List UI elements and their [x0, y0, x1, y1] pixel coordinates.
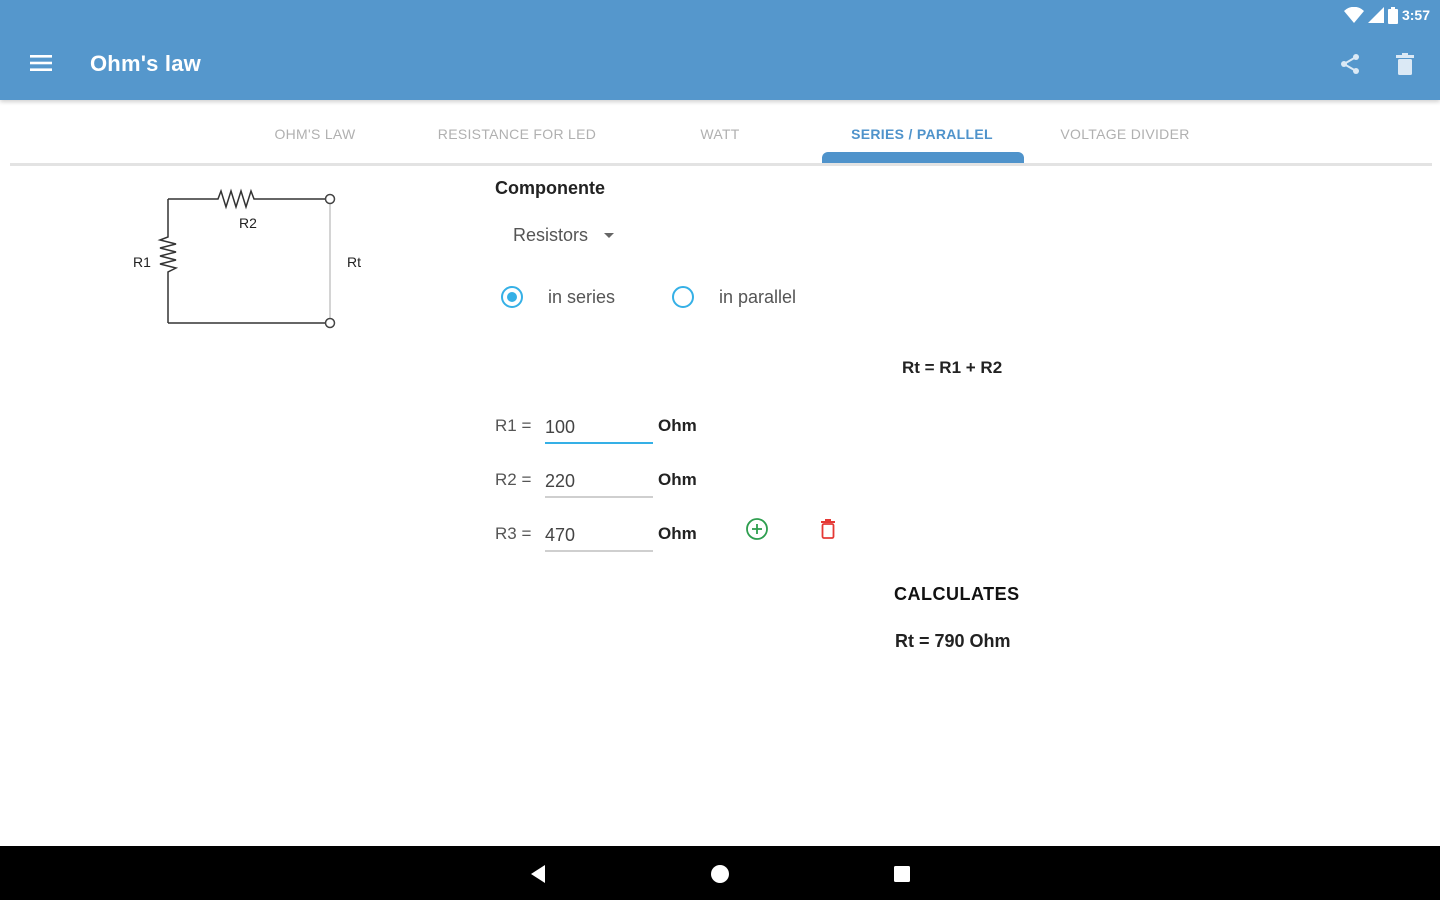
- radio-in-parallel-label: in parallel: [719, 286, 797, 307]
- r2-input[interactable]: [545, 466, 653, 498]
- recents-icon: [894, 866, 910, 882]
- status-time: 3:57: [1401, 7, 1430, 23]
- results-heading: CALCULATES: [894, 584, 1020, 604]
- unit-label: Ohm: [658, 416, 697, 435]
- status-bar: 3:57: [1343, 5, 1430, 25]
- component-heading: Componente: [495, 178, 605, 198]
- delete-resistor-button[interactable]: [817, 516, 839, 542]
- menu-button[interactable]: [22, 44, 60, 82]
- menu-icon: [30, 55, 52, 71]
- home-button[interactable]: [704, 858, 736, 890]
- recents-button[interactable]: [886, 858, 918, 890]
- rt-label: Rt: [347, 254, 361, 270]
- tab-ohms-law[interactable]: OHM'S LAW: [274, 126, 355, 142]
- r3-input[interactable]: [545, 520, 653, 552]
- formula-text: Rt = R1 + R2: [902, 358, 1003, 377]
- resistor-label: R3 =: [495, 524, 532, 543]
- unit-label: Ohm: [658, 524, 697, 543]
- add-circle-icon: [746, 518, 768, 540]
- resistor-label: R1 =: [495, 416, 532, 435]
- radio-unchecked-icon: [672, 286, 694, 308]
- radio-checked-icon: [501, 286, 523, 308]
- tab-watt[interactable]: WATT: [700, 126, 739, 142]
- resistor-label: R2 =: [495, 470, 532, 489]
- tab-resistance-for-led[interactable]: RESISTANCE FOR LED: [438, 126, 596, 142]
- radio-in-parallel[interactable]: in parallel: [672, 283, 796, 311]
- series-circuit-schematic: R2 R1 Rt: [133, 188, 361, 329]
- r1-input[interactable]: [545, 412, 653, 444]
- delete-icon: [821, 519, 835, 539]
- signal-icon: [1367, 7, 1384, 23]
- back-button[interactable]: [522, 858, 554, 890]
- component-select[interactable]: Resistors: [505, 220, 622, 250]
- radio-in-series[interactable]: in series: [501, 283, 615, 311]
- navigation-bar: [0, 846, 1440, 900]
- app-bar: 3:57 Ohm's law: [0, 0, 1440, 100]
- radio-in-series-label: in series: [548, 286, 616, 307]
- wifi-icon: [1343, 7, 1364, 23]
- share-icon: [1341, 54, 1359, 74]
- chevron-down-icon: [604, 232, 615, 238]
- battery-icon: [1387, 6, 1398, 24]
- delete-all-button[interactable]: [1387, 46, 1423, 82]
- home-icon: [711, 865, 729, 883]
- circuit-diagram: R2 R1 Rt: [120, 180, 380, 340]
- r1-label: R1: [133, 254, 151, 270]
- app-title: Ohm's law: [90, 51, 201, 76]
- tab-voltage-divider[interactable]: VOLTAGE DIVIDER: [1060, 126, 1189, 142]
- unit-label: Ohm: [658, 470, 697, 489]
- add-resistor-button[interactable]: [744, 516, 770, 542]
- tab-series-parallel[interactable]: SERIES / PARALLEL: [851, 126, 993, 142]
- tab-indicator: [822, 152, 1024, 163]
- component-select-value: Resistors: [513, 224, 589, 245]
- r2-label: R2: [239, 215, 257, 231]
- back-icon: [531, 865, 545, 883]
- trash-icon: [1396, 53, 1414, 75]
- tab-bar: OHM'S LAW RESISTANCE FOR LED WATT SERIES…: [10, 100, 1432, 166]
- share-button[interactable]: [1332, 46, 1368, 82]
- result-value: Rt = 790 Ohm: [895, 631, 1011, 651]
